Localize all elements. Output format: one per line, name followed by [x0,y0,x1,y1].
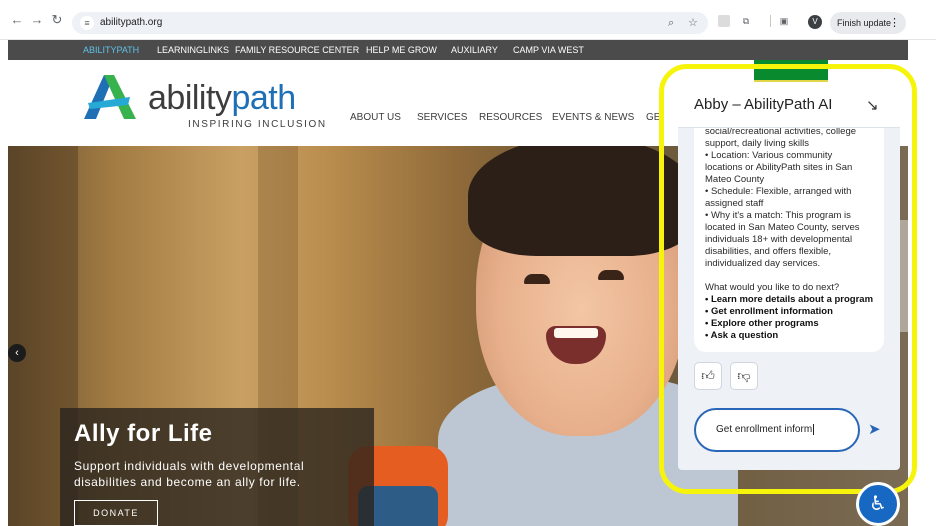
site-info-icon[interactable]: ≡ [80,16,94,30]
network-nav: ABILITYPATH LEARNINGLINKS FAMILY RESOURC… [8,40,908,60]
bookmark-star-icon[interactable]: ☆ [688,16,698,30]
url-text[interactable]: abilitypath.org [100,16,162,30]
network-item-auxiliary[interactable]: AUXILIARY [451,44,498,56]
back-icon[interactable]: ← [10,13,24,27]
reload-icon[interactable]: ↻ [50,13,64,27]
page: ← → ↻ ≡ abilitypath.org ⌕ ☆ ⧉ ▣ V Finish… [0,0,936,526]
hero-title: Ally for Life [74,420,213,447]
network-item-help-me-grow[interactable]: HELP ME GROW [366,44,437,56]
nav-events-news[interactable]: EVENTS & NEWS [552,112,634,124]
brand-path: path [231,79,296,117]
browser-toolbar: ← → ↻ ≡ abilitypath.org ⌕ ☆ ⧉ ▣ V Finish… [0,0,936,40]
network-item-camp-via-west[interactable]: CAMP VIA WEST [513,44,584,56]
nav-about-us[interactable]: ABOUT US [350,112,401,124]
extension-icon[interactable] [718,15,730,27]
hero-child-teeth [554,328,598,338]
donate-button[interactable]: DONATE [74,500,158,526]
hero-child-eye-right [598,270,624,280]
abilitypath-logo-icon[interactable] [84,75,136,119]
brand-wordmark[interactable]: abilitypath [148,80,296,116]
nav-resources[interactable]: RESOURCES [479,112,542,124]
puzzle-icon[interactable]: ⧉ [740,15,752,27]
hero-text: Support individuals with developmental d… [74,459,305,489]
forward-icon[interactable]: → [30,13,44,27]
accessibility-icon[interactable]: ♿︎ [856,482,900,526]
brand-tagline: INSPIRING INCLUSION [188,119,327,130]
finish-update-label: Finish update [837,18,892,28]
sidepanel-icon[interactable]: ▣ [778,15,790,27]
address-bar[interactable]: ≡ abilitypath.org ⌕ ☆ [72,12,708,34]
profile-avatar[interactable]: V [808,15,822,29]
hero-caption: Ally for Life Support individuals with d… [60,408,374,526]
carousel-prev-icon[interactable]: ‹ [8,344,26,362]
hero-child-eye-left [524,274,550,284]
more-menu-icon[interactable]: ⋮ [889,12,900,34]
nav-services[interactable]: SERVICES [417,112,467,124]
network-item-family-resource-center[interactable]: FAMILY RESOURCE CENTER [235,44,359,56]
zoom-icon[interactable]: ⌕ [668,16,674,30]
network-item-abilitypath[interactable]: ABILITYPATH [83,44,139,56]
yellow-highlight-ring [659,64,917,494]
finish-update-button[interactable]: Finish update ⋮ [830,12,906,34]
toolbar-divider [770,15,771,27]
network-item-learninglinks[interactable]: LEARNINGLINKS [157,44,229,56]
brand-ability: ability [148,79,232,117]
